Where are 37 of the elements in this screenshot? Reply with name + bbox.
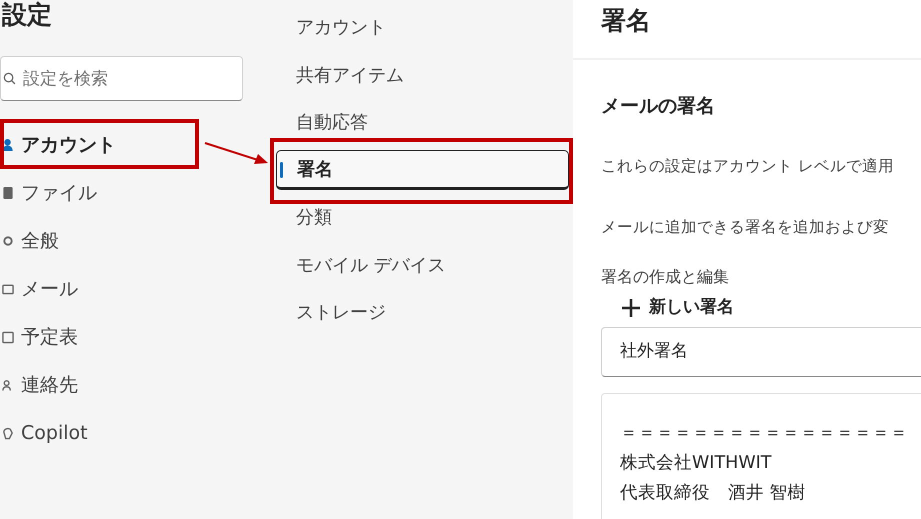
signature-line: 代表取締役 酒井 智樹	[620, 482, 807, 504]
new-signature-button[interactable]: 新しい署名	[621, 295, 734, 320]
page-title: 設定	[2, 0, 52, 31]
submenu-item[interactable]: 共有アイテム	[276, 55, 569, 96]
submenu-item[interactable]: ストレージ	[276, 292, 569, 333]
description-text: メールに追加できる署名を追加および変	[601, 216, 890, 238]
submenu-item[interactable]: 署名	[276, 150, 569, 190]
sidebar-item[interactable]: 全般	[21, 226, 59, 256]
sidebar-item[interactable]: Copilot	[21, 418, 88, 448]
search-icon	[3, 72, 16, 85]
signature-line: ＝＝＝＝＝＝＝＝＝＝＝＝＝＝＝＝	[620, 422, 909, 444]
plus-icon	[621, 298, 641, 318]
menu-icon	[2, 282, 14, 296]
search-field[interactable]: 設定を検索	[0, 56, 243, 101]
section-title: メールの署名	[601, 94, 716, 119]
sidebar-item[interactable]: 予定表	[21, 322, 78, 352]
submenu-item[interactable]: モバイル デバイス	[276, 245, 569, 286]
sidebar-item[interactable]: 連絡先	[21, 370, 78, 400]
submenu-item[interactable]: アカウント	[276, 8, 569, 48]
menu-icon	[2, 186, 14, 200]
signature-dropdown[interactable]: 社外署名	[601, 326, 921, 376]
field-label: 署名の作成と編集	[601, 266, 730, 288]
menu-icon	[2, 378, 14, 392]
description-text: これらの設定はアカウント レベルで適用	[601, 156, 895, 176]
sidebar-item[interactable]: アカウント	[21, 130, 116, 160]
signature-line: 株式会社WITHWIT	[620, 452, 772, 474]
submenu-item[interactable]: 自動応答	[276, 102, 569, 143]
menu-icon	[2, 234, 14, 248]
sidebar-item[interactable]: ファイル	[21, 178, 97, 208]
submenu-item[interactable]: 分類	[276, 198, 569, 238]
sidebar-item[interactable]: メール	[21, 274, 78, 304]
menu-icon	[2, 138, 14, 152]
page-heading: 署名	[601, 5, 652, 37]
menu-icon	[2, 426, 14, 440]
selection-bar	[280, 162, 283, 178]
menu-icon	[2, 330, 14, 344]
signature-editor[interactable]: ＝＝＝＝＝＝＝＝＝＝＝＝＝＝＝＝ 株式会社WITHWIT 代表取締役 酒井 智樹	[601, 392, 921, 519]
